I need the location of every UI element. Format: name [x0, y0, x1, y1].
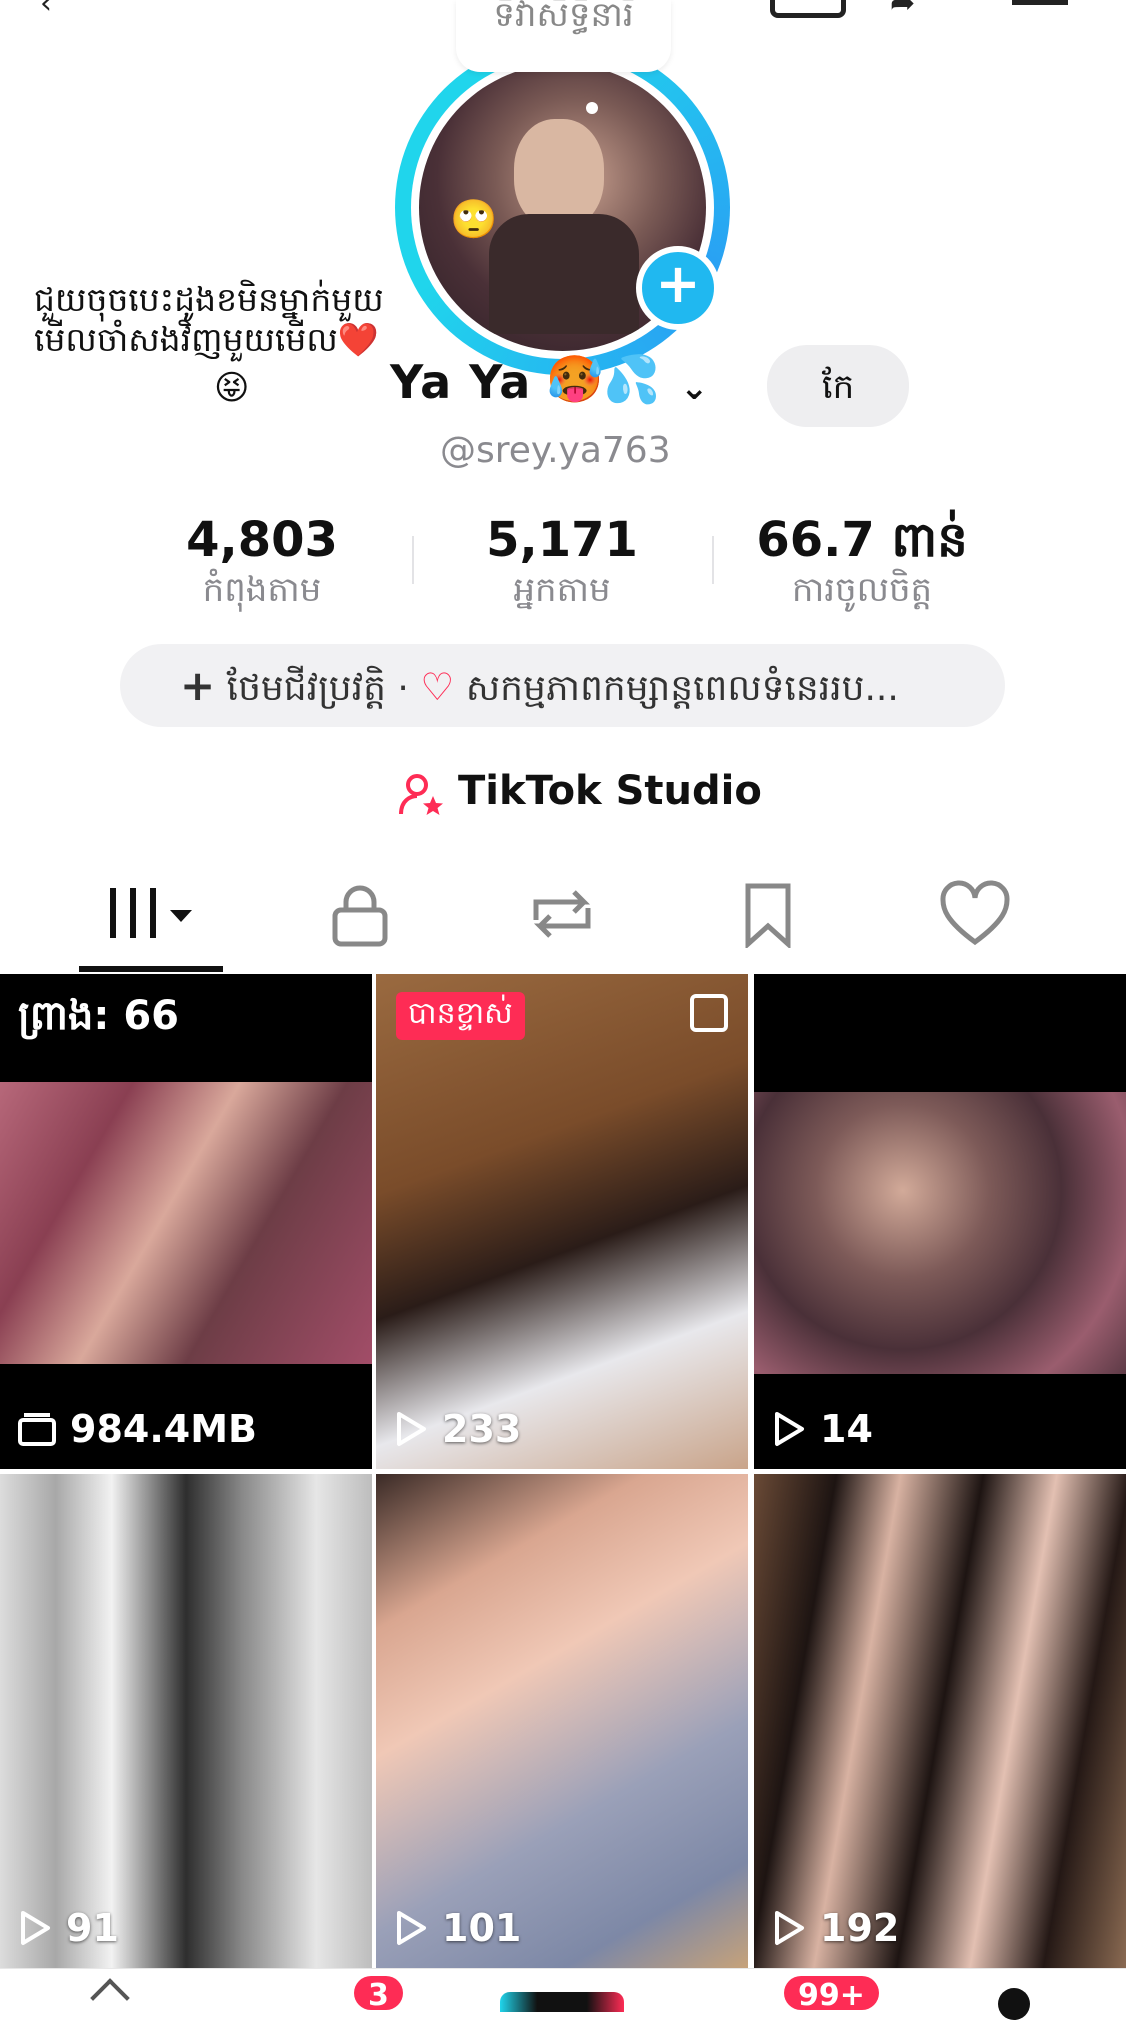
grid-item-drafts[interactable]: ព្រាង: 66 984.4MB — [0, 974, 372, 1469]
stat-value: 66.7 ពាន់ — [756, 512, 968, 568]
bio-activity-pill[interactable]: + ថែមជីវប្រវត្តិ · ♡ សកម្មភាពកម្សាន្តពេល… — [120, 644, 1005, 727]
item-stat: 984.4MB — [18, 1407, 257, 1451]
activity-label: សកម្មភាពកម្សាន្តពេលទំនេររប... — [465, 668, 899, 709]
play-icon — [397, 1412, 426, 1446]
play-icon — [21, 1911, 50, 1945]
stat-value: 4,803 — [186, 512, 338, 568]
item-stat: 101 — [394, 1906, 521, 1950]
drafts-label: ព្រាង: 66 — [18, 993, 179, 1039]
stat-label: អ្នកតាម — [513, 570, 611, 610]
thumbnail — [376, 1474, 748, 1968]
tab-videos[interactable] — [100, 880, 220, 948]
stat-likes[interactable]: 66.7 ពាន់ ការចូលចិត្ត — [732, 512, 992, 612]
thumbnail — [0, 1082, 372, 1364]
item-stat-value: 91 — [66, 1906, 119, 1950]
thumbnail — [376, 974, 748, 1469]
note-text: ទិវាសិទ្ធិនារី — [493, 0, 634, 35]
note-bubble-tail — [586, 102, 598, 114]
tab-reposts[interactable] — [512, 880, 632, 948]
item-stat: 233 — [394, 1407, 521, 1451]
multi-photo-icon — [690, 994, 728, 1032]
item-stat-value: 984.4MB — [70, 1407, 257, 1451]
grid-item[interactable]: បានខ្ទាស់ 233 — [376, 974, 748, 1469]
profile-nav-icon[interactable] — [998, 1988, 1030, 2020]
grid-icon — [110, 888, 192, 938]
heart-outline-icon — [940, 880, 1010, 946]
plus-icon: + — [180, 661, 216, 710]
menu-icon[interactable] — [1012, 0, 1068, 5]
pill-separator: · — [397, 668, 409, 709]
repost-icon — [533, 890, 591, 938]
share-icon[interactable]: ➦ — [890, 0, 915, 21]
stat-value: 5,171 — [486, 512, 638, 568]
note-bubble[interactable]: ទិវាសិទ្ធិនារី — [456, 0, 671, 72]
bio-text: ជួយចុចបេះដូងខមិនម្នាក់មួយ មើលចាំសងវិញមួយ… — [34, 280, 384, 359]
item-stat: 14 — [772, 1407, 873, 1451]
inbox-badge: 3 — [354, 1976, 403, 2010]
active-tab-indicator — [79, 966, 223, 972]
grid-item[interactable]: 14 — [754, 974, 1126, 1469]
chevron-down-icon[interactable]: ⌄ — [680, 368, 709, 408]
grid-item[interactable]: 91 — [0, 1474, 372, 1968]
tab-private[interactable] — [310, 880, 430, 948]
play-icon — [397, 1911, 426, 1945]
play-icon — [775, 1412, 804, 1446]
tab-liked[interactable] — [925, 880, 1045, 948]
thumbnail — [754, 1474, 1126, 1968]
create-button[interactable] — [500, 1992, 624, 2012]
avatar-emoji: 🙄 — [450, 197, 498, 241]
tv-icon[interactable] — [770, 0, 846, 18]
stat-label: ការចូលចិត្ត — [791, 570, 933, 610]
thumbnail — [754, 1092, 1126, 1374]
item-stat-value: 233 — [442, 1407, 522, 1451]
stat-divider — [412, 536, 414, 584]
stat-following[interactable]: 4,803 កំពុងតាម — [132, 512, 392, 612]
stat-label: កំពុងតាម — [202, 570, 322, 610]
pinned-badge: បានខ្ទាស់ — [396, 992, 525, 1040]
profile-name: Ya Ya — [390, 355, 532, 409]
edit-profile-button[interactable]: កែ — [767, 345, 909, 427]
item-stat: 91 — [18, 1906, 119, 1950]
grid-item[interactable]: 192 — [754, 1474, 1126, 1968]
item-stat-value: 192 — [820, 1906, 900, 1950]
studio-link[interactable]: TikTok Studio — [458, 768, 762, 814]
bookmark-icon — [745, 883, 791, 950]
add-story-button[interactable]: + — [636, 246, 720, 330]
play-icon — [775, 1911, 804, 1945]
back-icon[interactable]: ‹ — [40, 0, 52, 21]
thumbnail — [0, 1474, 372, 1968]
bio-emoji: 😝 — [214, 368, 250, 408]
stat-divider — [712, 536, 714, 584]
tab-favorites[interactable] — [718, 880, 838, 950]
storage-icon — [18, 1413, 56, 1446]
grid-item[interactable]: 101 — [376, 1474, 748, 1968]
add-bio-label: ថែមជីវប្រវត្តិ — [226, 668, 386, 709]
profile-name-emoji: 🥵💦 — [546, 352, 661, 406]
lock-icon — [332, 885, 388, 947]
heart-icon: ♡ — [420, 665, 455, 709]
notifications-badge: 99+ — [784, 1976, 879, 2010]
item-stat-value: 101 — [442, 1906, 522, 1950]
item-stat-value: 14 — [820, 1407, 873, 1451]
stat-followers[interactable]: 5,171 អ្នកតាម — [432, 512, 692, 612]
profile-handle: @srey.ya763 — [440, 430, 671, 471]
item-stat: 192 — [772, 1906, 899, 1950]
studio-user-icon — [399, 774, 443, 815]
